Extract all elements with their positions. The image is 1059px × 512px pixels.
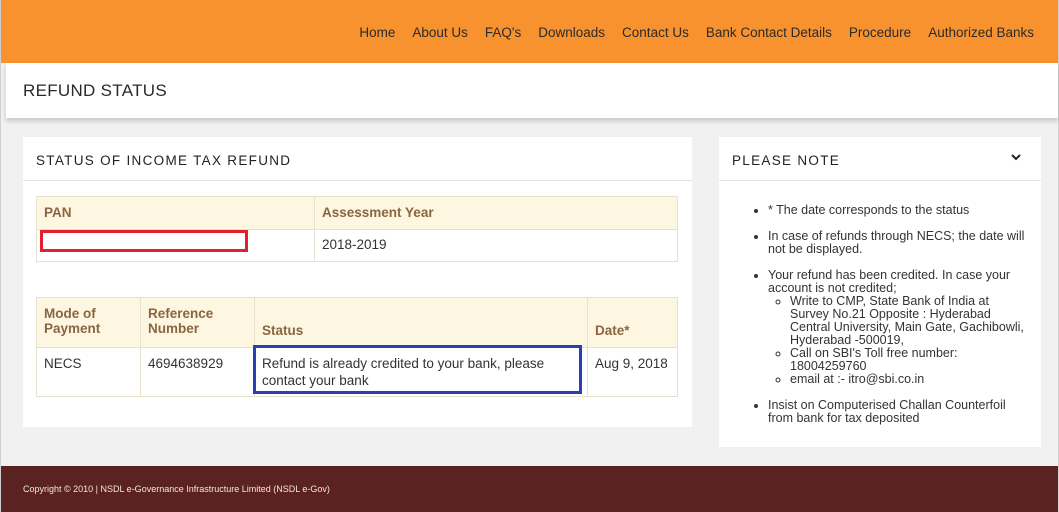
nav-downloads[interactable]: Downloads <box>538 25 605 40</box>
reference-number-value: 4694638929 <box>140 347 255 397</box>
sub-list-item: email at :- itro@sbi.co.in <box>790 373 1030 386</box>
page-header: REFUND STATUS <box>6 63 1058 118</box>
please-note-panel-title: PLEASE NOTE <box>719 137 1041 181</box>
status-highlight-box <box>253 345 582 394</box>
note-text: Your refund has been credited. In case y… <box>768 268 1011 295</box>
top-navigation-bar: Home About Us FAQ's Downloads Contact Us… <box>1 0 1058 63</box>
date-header: Date* <box>587 297 678 348</box>
status-header: Status <box>254 297 588 348</box>
table-header-row: PAN Assessment Year <box>36 196 678 230</box>
assessment-year-header: Assessment Year <box>314 196 678 230</box>
footer: Copyright © 2010 | NSDL e-Governance Inf… <box>1 466 1058 512</box>
note-text: * The date corresponds to the status <box>768 203 970 217</box>
pan-header: PAN <box>36 196 315 230</box>
page-title: REFUND STATUS <box>23 81 167 100</box>
date-value: Aug 9, 2018 <box>587 347 678 397</box>
pan-table: PAN Assessment Year 2018-2019 <box>36 196 678 262</box>
nav-menu: Home About Us FAQ's Downloads Contact Us… <box>342 25 1034 40</box>
chevron-down-icon[interactable] <box>1009 150 1023 164</box>
reference-number-header: Reference Number <box>140 297 255 348</box>
please-note-title-text: PLEASE NOTE <box>732 153 841 168</box>
sub-notes-list: Write to CMP, State Bank of India at Sur… <box>790 295 1030 386</box>
list-item: * The date corresponds to the status <box>768 204 1030 217</box>
sub-list-item: Call on SBI's Toll free number: 18004259… <box>790 347 1030 373</box>
nav-authorized-banks[interactable]: Authorized Banks <box>928 25 1034 40</box>
mode-of-payment-header: Mode of Payment <box>36 297 141 348</box>
note-text: In case of refunds through NECS; the dat… <box>768 229 1025 256</box>
table-header-row: Mode of Payment Reference Number Status … <box>36 297 678 348</box>
note-text: Insist on Computerised Challan Counterfo… <box>768 398 1006 425</box>
nav-procedure[interactable]: Procedure <box>849 25 911 40</box>
mode-of-payment-value: NECS <box>36 347 141 397</box>
nav-bank-contact-details[interactable]: Bank Contact Details <box>706 25 832 40</box>
nav-home[interactable]: Home <box>359 25 395 40</box>
copyright-text: Copyright © 2010 | NSDL e-Governance Inf… <box>23 484 330 494</box>
list-item: Insist on Computerised Challan Counterfo… <box>768 399 1030 425</box>
please-note-panel: PLEASE NOTE * The date corresponds to th… <box>719 137 1041 447</box>
nav-about-us[interactable]: About Us <box>412 25 468 40</box>
pan-highlight-box <box>40 230 248 252</box>
notes-list: * The date corresponds to the status In … <box>768 204 1030 438</box>
list-item: In case of refunds through NECS; the dat… <box>768 230 1030 256</box>
assessment-year-value: 2018-2019 <box>314 229 678 262</box>
nav-contact-us[interactable]: Contact Us <box>622 25 689 40</box>
refund-status-panel-title: STATUS OF INCOME TAX REFUND <box>23 137 692 181</box>
sub-list-item: Write to CMP, State Bank of India at Sur… <box>790 295 1030 347</box>
list-item: Your refund has been credited. In case y… <box>768 269 1030 386</box>
nav-faqs[interactable]: FAQ's <box>485 25 521 40</box>
